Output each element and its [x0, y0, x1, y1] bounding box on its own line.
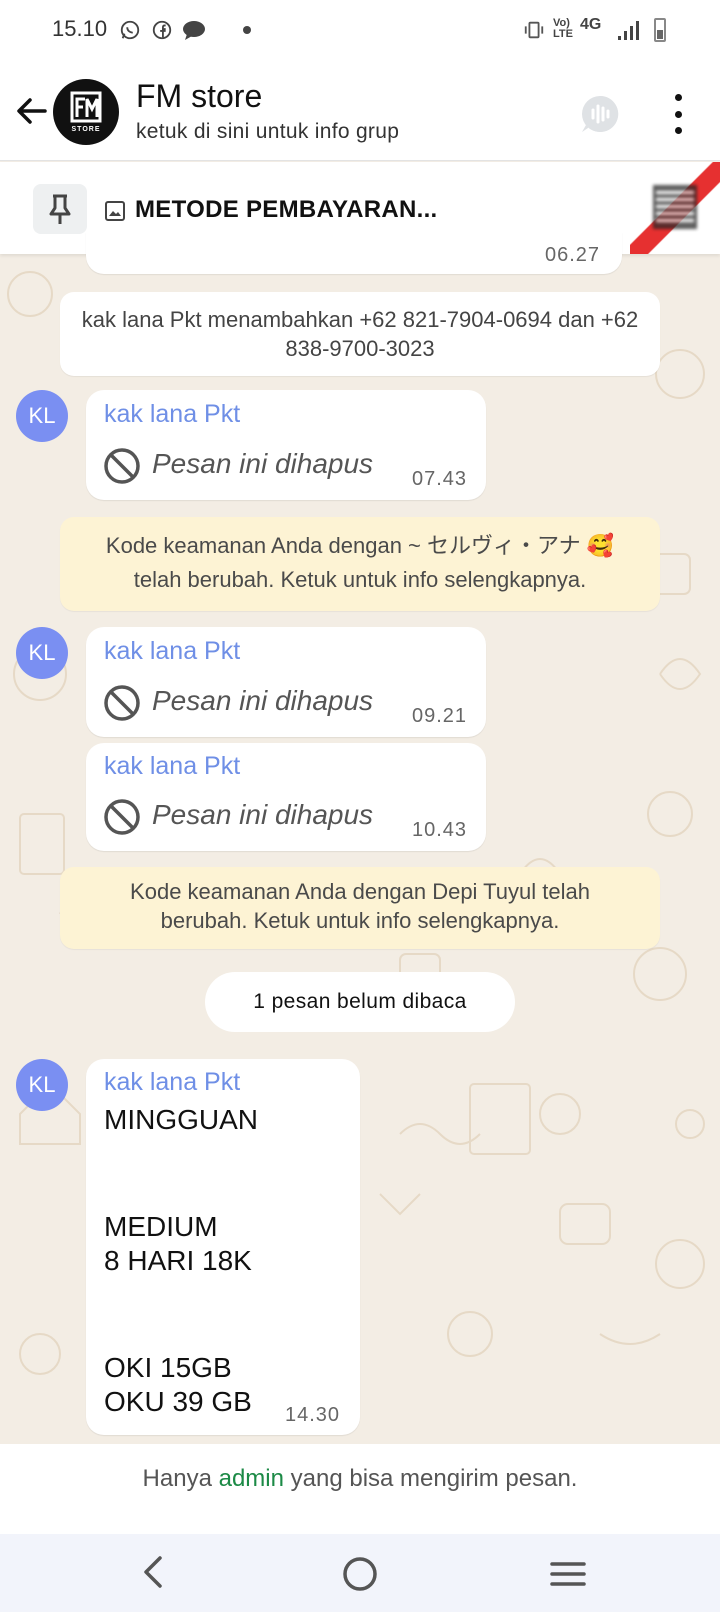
battery-icon: [654, 18, 666, 42]
unread-messages-divider: 1 pesan belum dibaca: [205, 972, 515, 1032]
nav-menu-icon: [550, 1562, 586, 1586]
prohibited-icon: [103, 447, 141, 485]
notice-prefix: Hanya: [142, 1465, 219, 1492]
message-line: MINGGUAN: [104, 1104, 258, 1135]
notification-dot: [243, 26, 251, 34]
voice-chat-button[interactable]: [578, 92, 622, 136]
nav-home-button[interactable]: [340, 1554, 380, 1594]
security-notice-line2: berubah. Ketuk untuk info selengkapnya.: [160, 908, 560, 933]
deleted-text: Pesan ini dihapus: [152, 448, 374, 479]
nav-home-icon: [343, 1557, 377, 1591]
sender-avatar[interactable]: KL: [16, 627, 68, 679]
sender-avatar[interactable]: KL: [16, 390, 68, 442]
group-avatar[interactable]: STORE: [53, 79, 119, 145]
volte-indicator: Vo) LTE: [553, 17, 573, 40]
facebook-icon: [150, 18, 174, 42]
status-time: 15.10: [52, 16, 108, 41]
prohibited-icon: [103, 798, 141, 836]
message-line: 8 HARI 18K: [104, 1245, 252, 1276]
message-line: MEDIUM: [104, 1211, 218, 1242]
message-line: OKU 39 GB: [104, 1386, 252, 1417]
message-time: 14.30: [285, 1404, 341, 1426]
security-notice-line2: telah berubah. Ketuk untuk info selengka…: [133, 567, 587, 592]
message-line: OKI 15GB: [104, 1352, 232, 1383]
back-arrow-icon: [17, 98, 47, 124]
message-time: 07.43: [412, 468, 468, 490]
sender-name[interactable]: kak lana Pkt: [104, 637, 240, 666]
security-notice-line1: Kode keamanan Anda dengan ~ セルヴィ・アナ 🥰: [105, 533, 615, 558]
messenger-icon: [182, 18, 206, 42]
pin-button[interactable]: [33, 184, 87, 234]
network-type: 4G: [580, 16, 602, 33]
pin-icon: [49, 194, 71, 224]
nav-menu-button[interactable]: [548, 1556, 588, 1592]
fm-store-logo: [70, 91, 102, 123]
partial-message-bubble[interactable]: [86, 232, 622, 274]
chat-title[interactable]: FM store: [136, 78, 262, 115]
security-code-notice[interactable]: Kode keamanan Anda dengan ~ セルヴィ・アナ 🥰 te…: [60, 517, 660, 611]
sender-name[interactable]: kak lana Pkt: [104, 400, 240, 429]
dot-icon: [674, 110, 682, 118]
admin-only-notice: Hanya admin yang bisa mengirim pesan.: [0, 1444, 720, 1534]
message-time: 09.21: [412, 705, 468, 727]
qr-code-thumbnail: [653, 185, 697, 229]
admin-link[interactable]: admin: [219, 1465, 284, 1492]
voice-chat-icon: [582, 95, 619, 132]
security-code-notice[interactable]: Kode keamanan Anda dengan Depi Tuyul tel…: [60, 867, 660, 949]
prohibited-icon: [103, 684, 141, 722]
dot-icon: [674, 127, 682, 134]
sender-avatar[interactable]: KL: [16, 1059, 68, 1111]
nav-back-icon: [144, 1556, 162, 1588]
pinned-text: METODE PEMBAYARAN...: [135, 196, 438, 223]
vibrate-icon: [522, 18, 546, 42]
notice-suffix: yang bisa mengirim pesan.: [283, 1465, 578, 1492]
system-message-added: kak lana Pkt menambahkan +62 821-7904-06…: [60, 292, 660, 376]
message-time: 10.43: [412, 819, 468, 841]
logo-store-text: STORE: [71, 126, 101, 133]
deleted-text: Pesan ini dihapus: [152, 799, 374, 830]
chat-subtitle[interactable]: ketuk di sini untuk info grup: [136, 120, 399, 144]
sender-name[interactable]: kak lana Pkt: [104, 1068, 240, 1097]
nav-back-button[interactable]: [136, 1552, 172, 1592]
message-time: 06.27: [545, 244, 601, 266]
whatsapp-icon: [118, 18, 142, 42]
image-icon: [105, 201, 125, 221]
menu-button[interactable]: [666, 94, 690, 134]
status-bar: [0, 0, 720, 60]
back-button[interactable]: [14, 93, 50, 129]
dot-icon: [674, 94, 682, 101]
security-notice-line1: Kode keamanan Anda dengan Depi Tuyul tel…: [130, 879, 590, 904]
signal-icon: [616, 18, 640, 42]
deleted-text: Pesan ini dihapus: [152, 685, 374, 716]
sender-name[interactable]: kak lana Pkt: [104, 752, 240, 781]
